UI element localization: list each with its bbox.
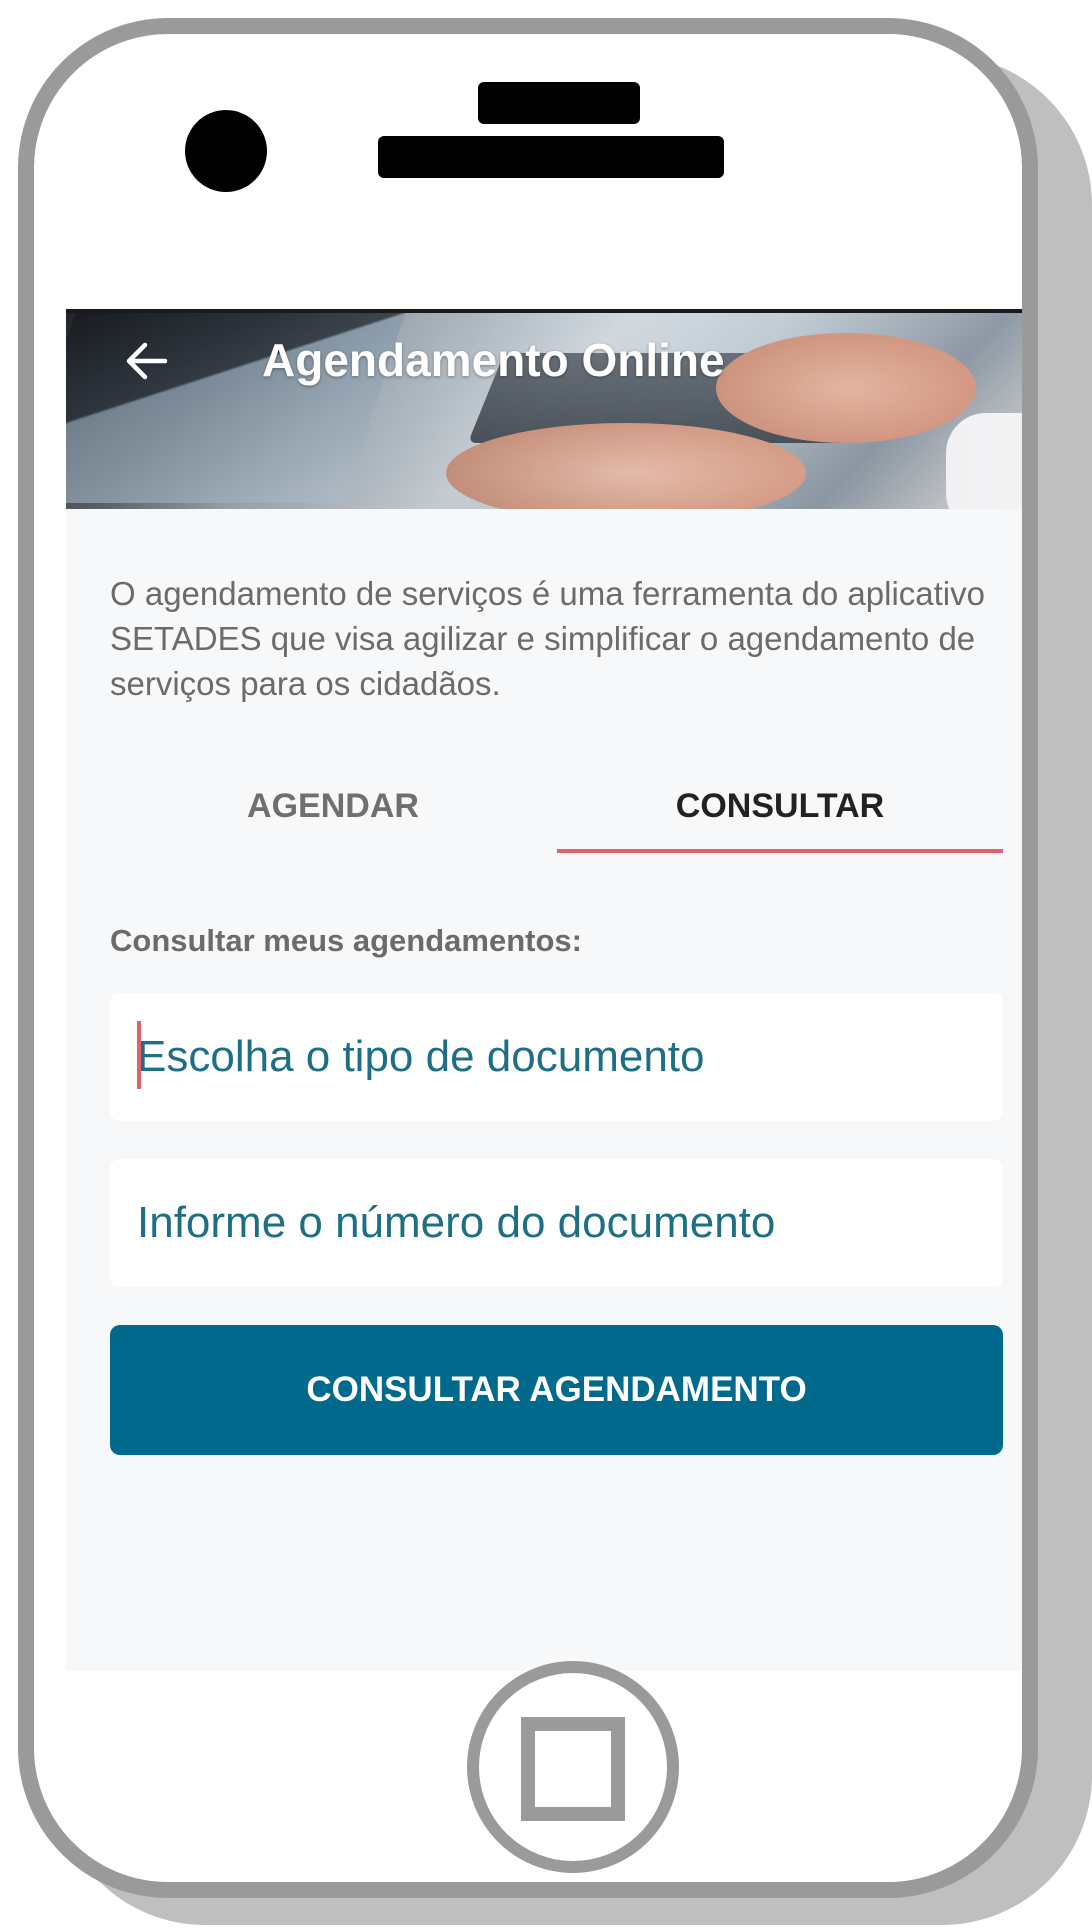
document-number-placeholder: Informe o número do documento <box>137 1198 776 1247</box>
section-label: Consultar meus agendamentos: <box>110 923 582 958</box>
document-type-placeholder: Escolha o tipo de documento <box>137 1032 705 1081</box>
tab-bar: AGENDAR CONSULTAR <box>110 773 1003 853</box>
active-tab-indicator <box>557 849 1003 853</box>
app-header: Agendamento Online <box>66 313 1022 509</box>
square-icon <box>521 1717 625 1821</box>
tab-consultar[interactable]: CONSULTAR <box>557 773 1003 853</box>
phone-earpiece <box>478 82 640 124</box>
phone-speaker-bar <box>378 136 724 178</box>
home-button[interactable] <box>467 1661 679 1873</box>
app-screen: Agendamento Online O agendamento de serv… <box>66 309 1022 1671</box>
front-camera <box>185 110 267 192</box>
arrow-left-icon-glyph <box>126 342 168 380</box>
consult-appointment-button[interactable]: CONSULTAR AGENDAMENTO <box>110 1325 1003 1455</box>
phone-frame: Agendamento Online O agendamento de serv… <box>18 18 1038 1898</box>
tab-agendar[interactable]: AGENDAR <box>110 773 556 853</box>
document-type-field[interactable]: Escolha o tipo de documento <box>110 993 1003 1121</box>
arrow-left-icon[interactable] <box>116 331 176 391</box>
mockup-stage: Agendamento Online O agendamento de serv… <box>0 0 1092 1932</box>
intro-text: O agendamento de serviços é uma ferramen… <box>110 575 985 702</box>
document-number-field[interactable]: Informe o número do documento <box>110 1159 1003 1287</box>
text-caret <box>137 1021 141 1089</box>
page-title: Agendamento Online <box>262 334 725 386</box>
